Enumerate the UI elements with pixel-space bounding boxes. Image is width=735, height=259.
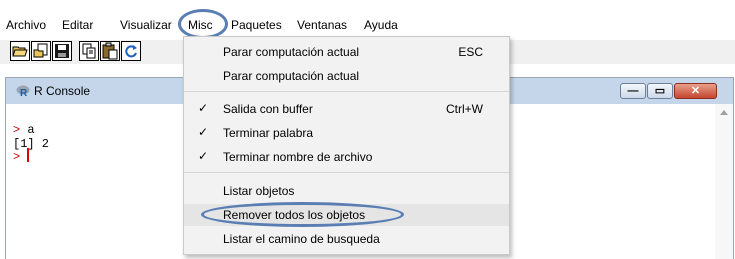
menu-item-salida-buffer[interactable]: ✓ Salida con buffer Ctrl+W	[184, 98, 509, 120]
paste-button[interactable]	[100, 41, 120, 61]
menu-item-terminar-palabra[interactable]: ✓ Terminar palabra	[184, 122, 509, 144]
console-prompt: >	[13, 123, 21, 137]
menu-item-shortcut: Ctrl+W	[446, 102, 483, 116]
close-icon: ✕	[690, 85, 701, 97]
menu-item-label: Parar computación actual	[223, 45, 360, 59]
menu-item-terminar-nombre-archivo[interactable]: ✓ Terminar nombre de archivo	[184, 146, 509, 168]
menu-item-label: Parar computación actual	[223, 69, 360, 83]
menu-item-shortcut: ESC	[458, 45, 483, 59]
save-button[interactable]	[52, 41, 72, 61]
menu-item-label: Listar objetos	[223, 184, 295, 198]
scroll-up-icon[interactable]	[720, 110, 728, 115]
window-title: R Console	[34, 84, 91, 98]
load-workspace-icon	[33, 43, 48, 58]
refresh-icon	[125, 45, 137, 58]
minimize-icon: —	[627, 85, 639, 97]
menu-editar[interactable]: Editar	[62, 17, 93, 33]
menu-paquetes[interactable]: Paquetes	[231, 17, 282, 33]
svg-text:R: R	[20, 88, 28, 97]
checkmark-icon: ✓	[198, 125, 209, 139]
remove-objects-highlight-circle	[201, 202, 404, 227]
menu-item-label: Terminar nombre de archivo	[223, 150, 373, 164]
menu-item-label: Listar el camino de busqueda	[223, 232, 380, 246]
open-script-button[interactable]	[10, 41, 30, 61]
paste-icon	[102, 42, 118, 60]
menu-item-parar-computacion[interactable]: Parar computación actual	[184, 65, 509, 87]
minimize-button[interactable]: —	[620, 83, 646, 99]
menu-bar: Archivo Editar Visualizar Misc Paquetes …	[0, 0, 735, 40]
console-line: > a	[13, 124, 35, 137]
r-logo-icon: R	[16, 85, 30, 97]
refresh-button[interactable]	[121, 41, 141, 61]
console-text: [1] 2	[13, 137, 50, 151]
maximize-button[interactable]: ▭	[647, 83, 673, 99]
text-cursor	[27, 148, 29, 162]
console-text: a	[27, 123, 35, 137]
copy-icon	[82, 43, 96, 59]
console-prompt: >	[13, 150, 21, 164]
menu-item-label: Terminar palabra	[223, 126, 314, 140]
menu-item-label: Salida con buffer	[223, 102, 313, 116]
menu-separator	[184, 172, 509, 173]
close-button[interactable]: ✕	[674, 83, 717, 99]
load-workspace-button[interactable]	[31, 41, 51, 61]
menu-item-listar-camino-busqueda[interactable]: Listar el camino de busqueda	[184, 228, 509, 250]
save-icon	[55, 44, 69, 58]
menu-archivo[interactable]: Archivo	[6, 17, 46, 33]
open-script-icon	[12, 46, 28, 57]
menu-separator	[184, 91, 509, 92]
checkmark-icon: ✓	[198, 101, 209, 115]
checkmark-icon: ✓	[198, 149, 209, 163]
copy-button[interactable]	[79, 41, 99, 61]
menu-visualizar[interactable]: Visualizar	[120, 17, 172, 33]
menu-item-parar-computacion-esc[interactable]: Parar computación actual ESC	[184, 41, 509, 63]
console-line: >	[13, 151, 20, 164]
misc-highlight-circle	[178, 9, 228, 39]
misc-dropdown-menu: Parar computación actual ESC Parar compu…	[183, 36, 510, 255]
maximize-icon: ▭	[654, 85, 666, 97]
menu-item-listar-objetos[interactable]: Listar objetos	[184, 180, 509, 202]
menu-ayuda[interactable]: Ayuda	[364, 17, 398, 33]
menu-ventanas[interactable]: Ventanas	[297, 17, 347, 33]
vertical-scrollbar[interactable]	[715, 104, 733, 259]
